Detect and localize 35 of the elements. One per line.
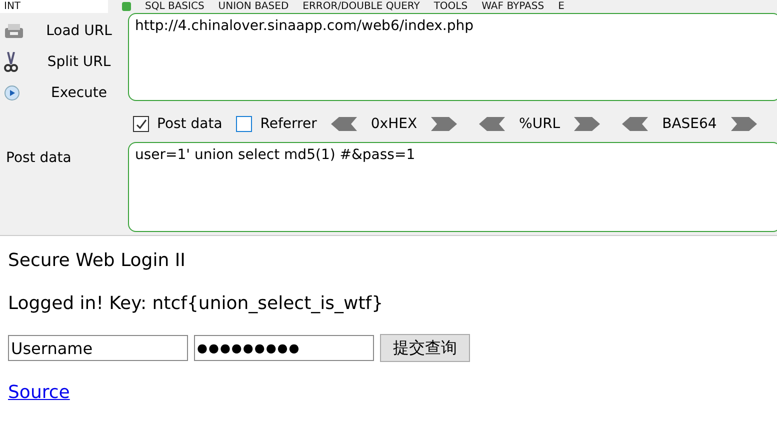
checkbox-label[interactable]: Post data <box>157 116 222 132</box>
post-data-label: Post data <box>5 149 72 168</box>
post-data-field[interactable]: user=1' union select md5(1) #&pass=1 <box>128 142 777 232</box>
right-chevron-icon[interactable] <box>431 117 458 131</box>
menu-item[interactable]: SQL BASICS <box>145 1 204 12</box>
password-field[interactable]: ●●●●●●●●● <box>194 335 374 361</box>
left-chevron-icon[interactable] <box>330 117 357 131</box>
url-field[interactable]: http://4.chinalover.sinaapp.com/web6/index.php <box>128 13 777 101</box>
left-chevron-icon[interactable] <box>622 117 648 131</box>
menu-item[interactable]: UNION BASED <box>218 1 289 12</box>
page-title: Secure Web Login II <box>8 250 186 271</box>
encoder-label: BASE64 <box>662 116 717 132</box>
submit-button[interactable]: 提交查询 <box>380 334 470 362</box>
action-button[interactable]: Load URL <box>0 17 128 44</box>
left-chevron-icon[interactable] <box>479 117 506 131</box>
source-link[interactable]: Source <box>8 382 70 403</box>
checkbox-label[interactable]: Referrer <box>260 116 317 132</box>
type-dropdown[interactable]: INT <box>0 0 108 13</box>
encoder-label: %URL <box>519 116 560 132</box>
action-button[interactable]: Split URL <box>0 48 128 75</box>
scissors-icon <box>4 52 18 72</box>
printer-icon <box>4 22 24 38</box>
play-icon <box>4 84 20 100</box>
menu-item[interactable]: WAF BYPASS <box>482 1 544 12</box>
checkbox[interactable] <box>133 116 149 132</box>
right-chevron-icon[interactable] <box>730 117 757 131</box>
menu-item[interactable]: TOOLS <box>434 1 468 12</box>
result-message: Logged in! Key: ntcf{union_select_is_wtf} <box>8 293 384 314</box>
menu-item[interactable]: E <box>558 1 564 12</box>
username-field[interactable]: Username <box>8 335 188 361</box>
right-chevron-icon[interactable] <box>574 117 600 131</box>
action-button[interactable]: Execute <box>0 79 128 106</box>
encoder-label: 0xHEX <box>370 116 418 132</box>
checkbox[interactable] <box>236 116 252 132</box>
menu-item[interactable]: ERROR/DOUBLE QUERY <box>302 1 420 12</box>
